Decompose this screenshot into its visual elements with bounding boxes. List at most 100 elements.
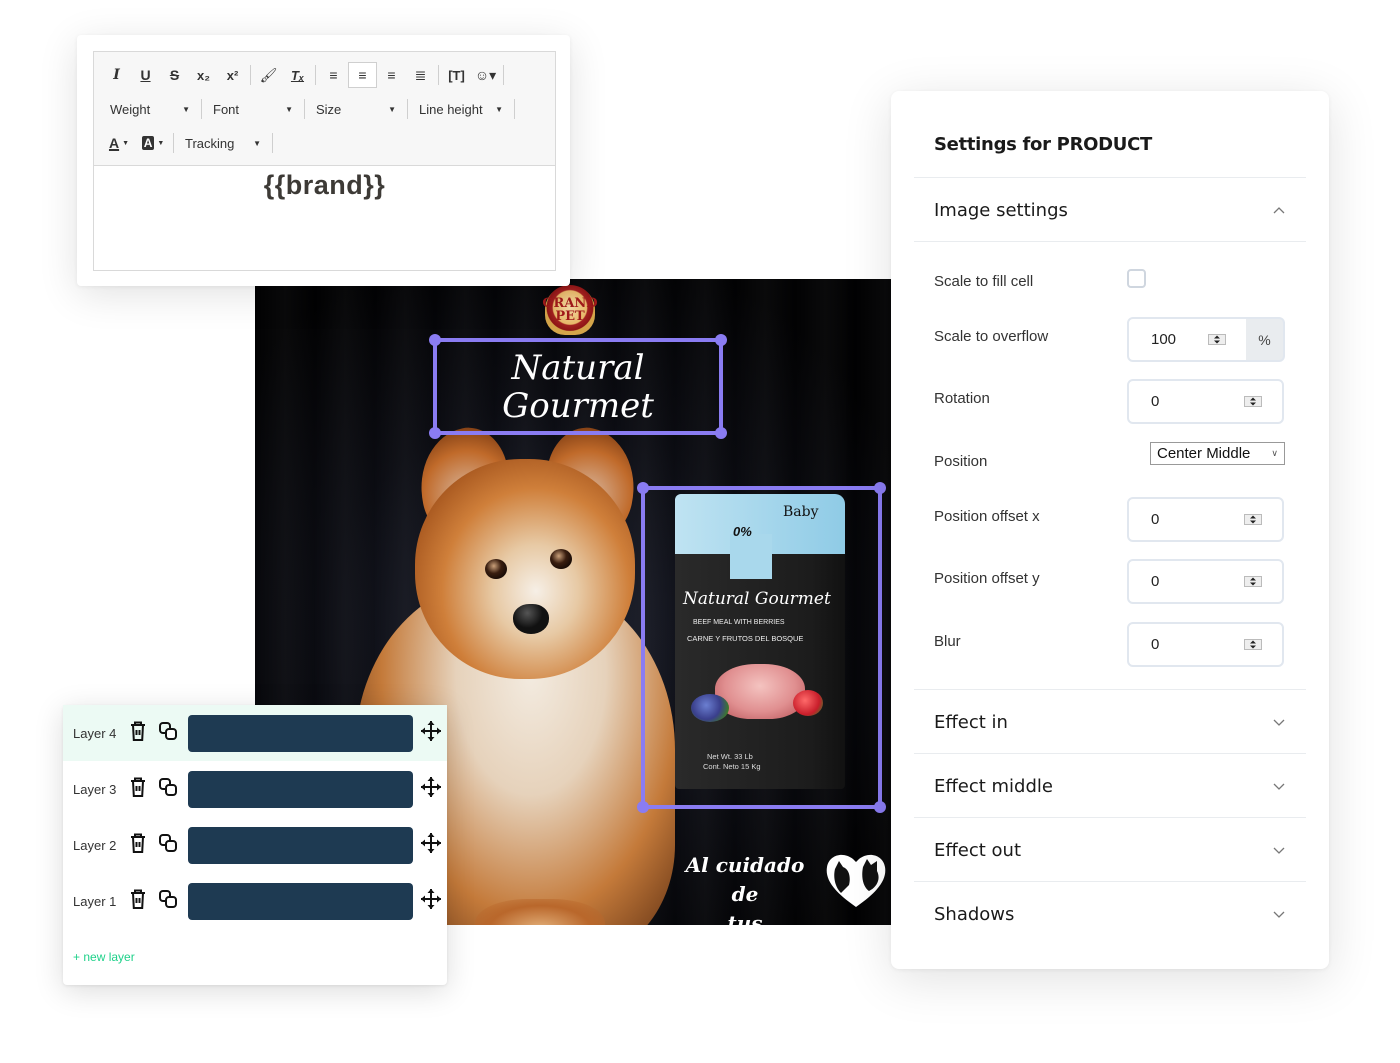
caret-down-icon: ▼ <box>285 104 293 114</box>
move-icon <box>420 720 442 747</box>
drag-handle[interactable] <box>416 774 446 804</box>
settings-title: Settings for PRODUCT <box>934 134 1152 155</box>
layer-bar[interactable] <box>188 826 413 864</box>
text-color-icon: A <box>108 135 120 151</box>
delete-layer-button[interactable] <box>123 886 153 916</box>
selection-box-product[interactable] <box>637 482 886 813</box>
duplicate-layer-button[interactable] <box>153 718 183 748</box>
align-left-icon: ≡ <box>329 67 338 83</box>
align-justify-icon: ≣ <box>414 66 427 83</box>
trash-icon <box>128 888 148 915</box>
dog-eye-right <box>550 549 572 569</box>
insert-text-field-button[interactable]: [T] <box>442 62 471 88</box>
size-select[interactable]: Size ▼ <box>308 96 404 122</box>
justify-button[interactable]: ≣ <box>406 62 435 88</box>
position-select[interactable]: Center Middle ∨ <box>1150 442 1285 465</box>
move-icon <box>420 888 442 915</box>
drag-handle[interactable] <box>416 718 446 748</box>
italic-button[interactable]: I <box>102 62 131 88</box>
accordion-title: Effect middle <box>934 775 1053 797</box>
accordion-shadows[interactable]: Shadows <box>914 882 1306 946</box>
weight-select[interactable]: Weight ▼ <box>102 96 198 122</box>
layer-bar[interactable] <box>188 714 413 752</box>
new-layer-button[interactable]: + new layer <box>73 950 135 964</box>
drag-handle[interactable] <box>416 830 446 860</box>
tagline-text[interactable]: Al cuidado de tus cachorros <box>670 851 820 925</box>
duplicate-layer-button[interactable] <box>153 830 183 860</box>
layer-row[interactable]: Layer 2 <box>63 817 447 873</box>
selection-box-headline[interactable] <box>429 334 727 439</box>
accordion-title: Shadows <box>934 903 1015 925</box>
scale-to-overflow-input[interactable]: 100 <box>1127 317 1248 362</box>
resize-handle-top-left[interactable] <box>429 334 441 346</box>
caret-down-icon: ▼ <box>122 139 130 147</box>
resize-handle-bottom-right[interactable] <box>874 801 886 813</box>
layer-row[interactable]: Layer 4 <box>63 705 447 761</box>
tagline-line-1: Al cuidado de <box>685 853 805 906</box>
layer-row[interactable]: Layer 3 <box>63 761 447 817</box>
align-center-button[interactable]: ≡ <box>348 62 377 88</box>
caret-down-icon: ▼ <box>253 138 261 148</box>
text-color-button[interactable]: A ▼ <box>102 130 136 156</box>
accordion-image-settings[interactable]: Image settings <box>914 178 1306 242</box>
spinner-icon[interactable] <box>1208 334 1226 345</box>
resize-handle-bottom-left[interactable] <box>637 801 649 813</box>
background-color-button[interactable]: A ▼ <box>136 130 170 156</box>
duplicate-layer-button[interactable] <box>153 774 183 804</box>
spinner-icon[interactable] <box>1244 396 1262 407</box>
move-icon <box>420 776 442 803</box>
resize-handle-bottom-right[interactable] <box>715 427 727 439</box>
text-editor-card: I U Sx₂ x² 🖌 Tₓ ≡ ≡ ≡ ≣ [T] ☺▾ Weight ▼ Font ▼ Size ▼ … <box>77 35 570 286</box>
clear-formatting-button[interactable]: Tₓ <box>283 62 312 88</box>
layer-row[interactable]: Layer 1 <box>63 873 447 929</box>
underline-icon: U <box>140 67 151 83</box>
resize-handle-top-right[interactable] <box>715 334 727 346</box>
accordion-effect-middle[interactable]: Effect middle <box>914 754 1306 818</box>
tracking-select[interactable]: Tracking ▼ <box>177 130 269 156</box>
align-right-icon: ≡ <box>387 67 396 83</box>
spinner-icon[interactable] <box>1244 576 1262 587</box>
position-offset-y-value: 0 <box>1151 573 1160 590</box>
subscript-button[interactable]: x₂ <box>189 62 218 88</box>
strikethrough-button[interactable]: S <box>160 62 189 88</box>
blur-input[interactable]: 0 <box>1127 622 1284 667</box>
scale-to-fill-checkbox[interactable] <box>1127 269 1146 288</box>
editor-content-area[interactable]: {{brand}} <box>94 166 555 270</box>
drag-handle[interactable] <box>416 886 446 916</box>
resize-handle-top-right[interactable] <box>874 482 886 494</box>
scale-to-fill-label: Scale to fill cell <box>934 273 1034 290</box>
resize-handle-top-left[interactable] <box>637 482 649 494</box>
spinner-icon[interactable] <box>1244 514 1262 525</box>
underline-button[interactable]: U <box>131 62 160 88</box>
layer-bar[interactable] <box>188 882 413 920</box>
layer-bar[interactable] <box>188 770 413 808</box>
accordion-title: Effect out <box>934 839 1022 861</box>
delete-layer-button[interactable] <box>123 774 153 804</box>
duplicate-layer-button[interactable] <box>153 886 183 916</box>
accordion-title: Image settings <box>934 199 1068 221</box>
layer-label: Layer 2 <box>73 837 117 853</box>
align-left-button[interactable]: ≡ <box>319 62 348 88</box>
rotation-input[interactable]: 0 <box>1127 379 1284 424</box>
toolbar-separator <box>173 133 174 153</box>
delete-layer-button[interactable] <box>123 718 153 748</box>
accordion-effect-out[interactable]: Effect out <box>914 818 1306 882</box>
position-offset-y-input[interactable]: 0 <box>1127 559 1284 604</box>
divider <box>914 241 1306 242</box>
chevron-up-icon <box>1273 207 1285 214</box>
accordion-effect-in[interactable]: Effect in <box>914 690 1306 754</box>
emoji-button[interactable]: ☺▾ <box>471 62 500 88</box>
line-height-select[interactable]: Line height ▼ <box>411 96 511 122</box>
format-painter-button[interactable]: 🖌 <box>254 62 283 88</box>
font-select[interactable]: Font ▼ <box>205 96 301 122</box>
brand-logo: GRAND PET <box>542 285 598 335</box>
superscript-button[interactable]: x² <box>218 62 247 88</box>
chevron-down-icon <box>1273 783 1285 790</box>
strikethrough-icon: S <box>169 67 180 83</box>
resize-handle-bottom-left[interactable] <box>429 427 441 439</box>
spinner-icon[interactable] <box>1244 639 1262 650</box>
align-right-button[interactable]: ≡ <box>377 62 406 88</box>
position-offset-x-input[interactable]: 0 <box>1127 497 1284 542</box>
chevron-down-icon <box>1273 847 1285 854</box>
delete-layer-button[interactable] <box>123 830 153 860</box>
